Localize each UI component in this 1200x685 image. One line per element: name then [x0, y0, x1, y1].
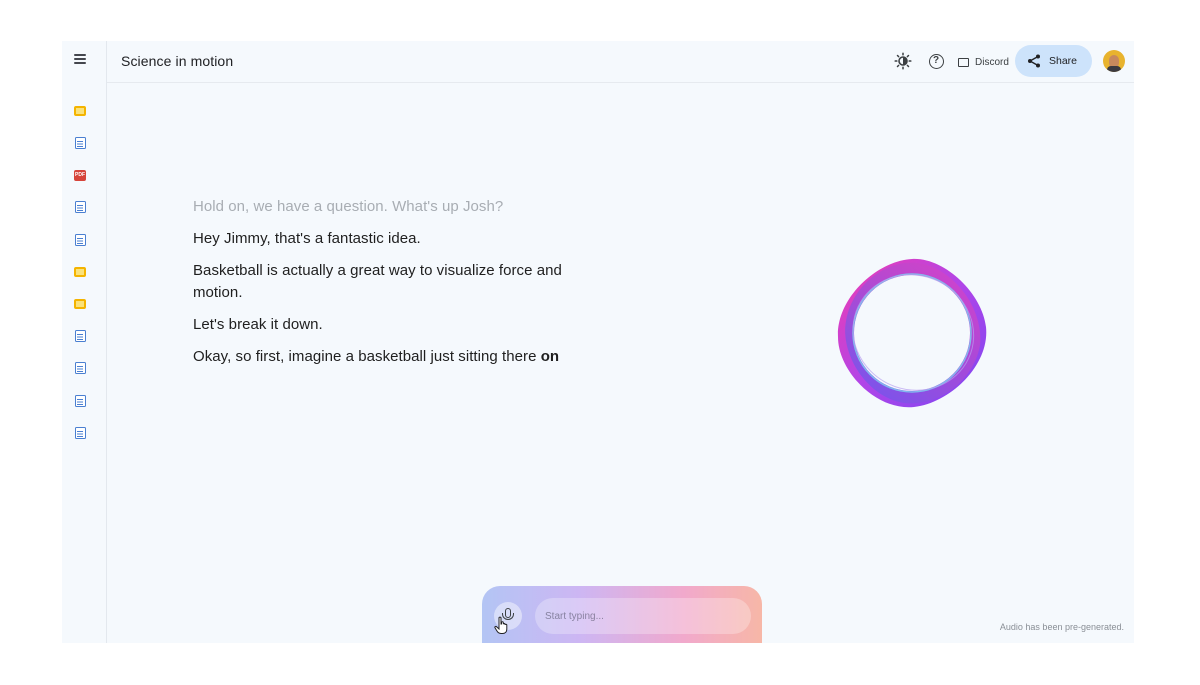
source-item-doc[interactable] — [73, 329, 87, 343]
slides-icon — [74, 106, 86, 116]
transcript-current-word: on — [540, 348, 560, 365]
notebook-app: PDF Science in motion ? Discord Share Ho… — [62, 41, 1134, 643]
brightness-icon[interactable] — [894, 52, 912, 70]
transcript-text: Okay, so first, imagine a basketball jus… — [193, 348, 541, 365]
source-item-doc[interactable] — [73, 361, 87, 375]
document-icon — [74, 234, 86, 246]
chat-icon — [958, 57, 969, 67]
document-icon — [74, 395, 86, 407]
share-label: Share — [1049, 55, 1078, 67]
pdf-icon: PDF — [74, 169, 86, 181]
share-icon — [1028, 54, 1040, 68]
audio-visualizer-orb — [832, 253, 992, 413]
interactive-input-dock — [482, 586, 762, 643]
chat-input[interactable] — [535, 598, 751, 634]
pointer-hand-icon — [494, 616, 508, 634]
source-item-doc[interactable] — [73, 426, 87, 440]
source-item-slides[interactable] — [73, 265, 87, 279]
source-item-pdf[interactable]: PDF — [73, 168, 87, 182]
sources-rail: PDF — [62, 41, 107, 643]
top-bar: Science in motion ? Discord Share — [107, 41, 1134, 83]
pregenerated-note: Audio has been pre-generated. — [999, 622, 1124, 632]
slides-icon — [74, 299, 86, 309]
document-icon — [74, 362, 86, 374]
help-icon[interactable]: ? — [927, 52, 945, 70]
source-item-doc[interactable] — [73, 233, 87, 247]
avatar[interactable] — [1103, 50, 1125, 72]
transcript-line-current: Okay, so first, imagine a basketball jus… — [193, 346, 613, 368]
audio-transcript: Hold on, we have a question. What's up J… — [193, 196, 613, 378]
document-icon — [74, 427, 86, 439]
source-item-slides[interactable] — [73, 297, 87, 311]
transcript-line: Hold on, we have a question. What's up J… — [193, 198, 504, 215]
document-icon — [74, 330, 86, 342]
document-icon — [74, 201, 86, 213]
transcript-line: Let's break it down. — [193, 316, 323, 333]
transcript-line: Basketball is actually a great way to vi… — [193, 262, 562, 301]
transcript-line: Hey Jimmy, that's a fantastic idea. — [193, 230, 421, 247]
source-item-doc[interactable] — [73, 136, 87, 150]
discord-label: Discord — [975, 56, 1009, 68]
share-button[interactable]: Share — [1015, 45, 1092, 77]
slides-icon — [74, 267, 86, 277]
notebook-title: Science in motion — [121, 53, 234, 69]
document-icon — [74, 137, 86, 149]
discord-link[interactable]: Discord — [958, 54, 1009, 70]
source-item-slides[interactable] — [73, 104, 87, 118]
source-item-doc[interactable] — [73, 200, 87, 214]
menu-icon[interactable] — [71, 52, 89, 68]
source-item-doc[interactable] — [73, 394, 87, 408]
